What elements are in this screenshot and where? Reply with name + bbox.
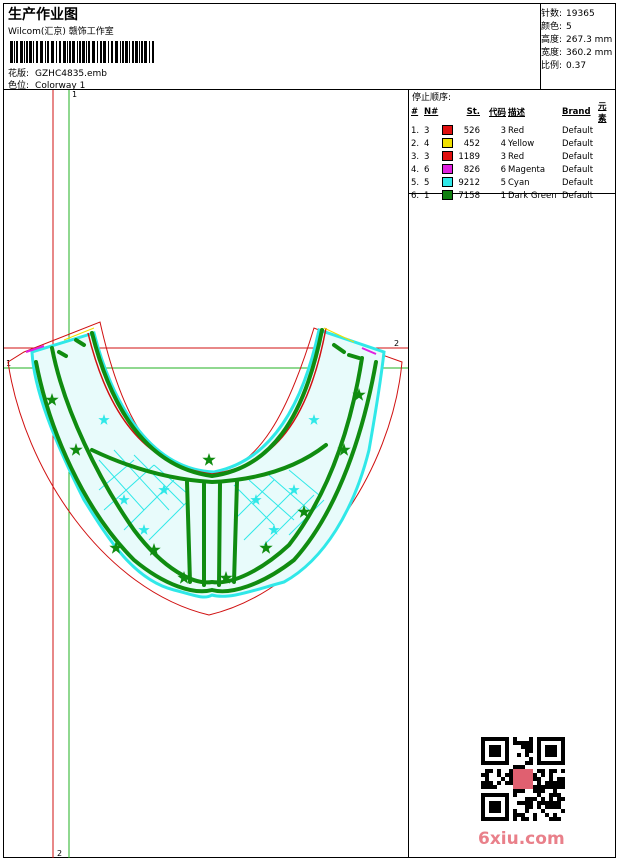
cell-code: 3 — [500, 125, 506, 136]
guide-label-v1: 1 — [72, 90, 77, 99]
cell-code: 5 — [500, 177, 506, 188]
table-header-row: # N# St. 代码 描述 Brand 元素 — [411, 102, 607, 124]
color-swatch — [442, 177, 453, 188]
stat-colors: 颜色: 5 — [541, 22, 572, 32]
stop-sequence-table: # N# St. 代码 描述 Brand 元素 1. 3 526 3 Red Defaul… — [410, 100, 615, 202]
watermark: 6xiu.com — [478, 829, 565, 849]
cell-n: 4 — [424, 138, 430, 149]
color-swatch — [442, 151, 453, 162]
embroidery-design-canvas: 1 2 2 1 — [4, 90, 408, 858]
color-swatch — [442, 138, 453, 149]
stat-scale: 比例: 0.37 — [541, 61, 587, 71]
cell-code: 6 — [500, 164, 506, 175]
header-left: 生产作业图 Wilcom(汇京) 赣饰工作室 花版: GZHC4835.emb 色… — [4, 4, 541, 91]
cell-code: 4 — [500, 138, 506, 149]
cell-num: 5. — [411, 177, 420, 188]
cell-desc: Cyan — [508, 177, 530, 188]
cell-st: 452 — [463, 138, 480, 149]
qr-stamp-logo — [513, 769, 533, 789]
cell-brand: Default — [562, 125, 594, 136]
cell-code: 1 — [500, 190, 506, 201]
studio-name: Wilcom(汇京) 赣饰工作室 — [8, 27, 114, 37]
table-row: 4. 6 826 6 Magenta Default — [410, 163, 615, 176]
cell-desc: Yellow — [508, 138, 535, 149]
stat-height: 高度: 267.3 mm — [541, 35, 613, 45]
table-row: 1. 3 526 3 Red Default — [410, 124, 615, 137]
cell-st: 526 — [463, 125, 480, 136]
color-swatch — [442, 164, 453, 175]
cell-brand: Default — [562, 138, 594, 149]
cell-desc: Red — [508, 151, 525, 162]
guide-label-h2: 2 — [394, 339, 399, 348]
table-row: 6. 1 7158 1 Dark Green Default — [410, 189, 615, 202]
cell-num: 1. — [411, 125, 420, 136]
barcode — [10, 41, 154, 63]
guide-label-v2: 2 — [57, 849, 62, 858]
cell-code: 3 — [500, 151, 506, 162]
cell-num: 6. — [411, 190, 420, 201]
panel-divider — [408, 194, 409, 858]
cell-brand: Default — [562, 164, 594, 175]
table-row: 5. 5 9212 5 Cyan Default — [410, 176, 615, 189]
cell-n: 3 — [424, 151, 430, 162]
color-swatch — [442, 125, 453, 136]
page-title: 生产作业图 — [8, 7, 78, 23]
cell-n: 3 — [424, 125, 430, 136]
cell-desc: Dark Green — [508, 190, 557, 201]
stat-width: 宽度: 360.2 mm — [541, 48, 613, 58]
cell-num: 2. — [411, 138, 420, 149]
cell-n: 1 — [424, 190, 430, 201]
cell-num: 3. — [411, 151, 420, 162]
cell-n: 5 — [424, 177, 430, 188]
collar-fill — [30, 328, 386, 599]
cell-st: 826 — [463, 164, 480, 175]
table-row: 2. 4 452 4 Yellow Default — [410, 137, 615, 150]
cell-n: 6 — [424, 164, 430, 175]
cell-desc: Magenta — [508, 164, 546, 175]
header-stats: 针数: 19365 颜色: 5 高度: 267.3 mm 宽度: 360.2 mm 比例… — [541, 4, 615, 89]
cell-brand: Default — [562, 177, 594, 188]
cell-brand: Default — [562, 190, 594, 201]
qr-code — [481, 737, 565, 821]
cell-st: 1189 — [458, 151, 480, 162]
stop-sequence-panel: 停止顺序: # N# St. 代码 描述 Brand 元素 1. 3 526 3 Red… — [408, 90, 615, 201]
cell-num: 4. — [411, 164, 420, 175]
cell-desc: Red — [508, 125, 525, 136]
stat-stitches: 针数: 19365 — [541, 9, 595, 19]
cell-st: 9212 — [458, 177, 480, 188]
color-swatch — [442, 190, 453, 201]
cell-st: 7158 — [458, 190, 480, 201]
cell-brand: Default — [562, 151, 594, 162]
table-row: 3. 3 1189 3 Red Default — [410, 150, 615, 163]
